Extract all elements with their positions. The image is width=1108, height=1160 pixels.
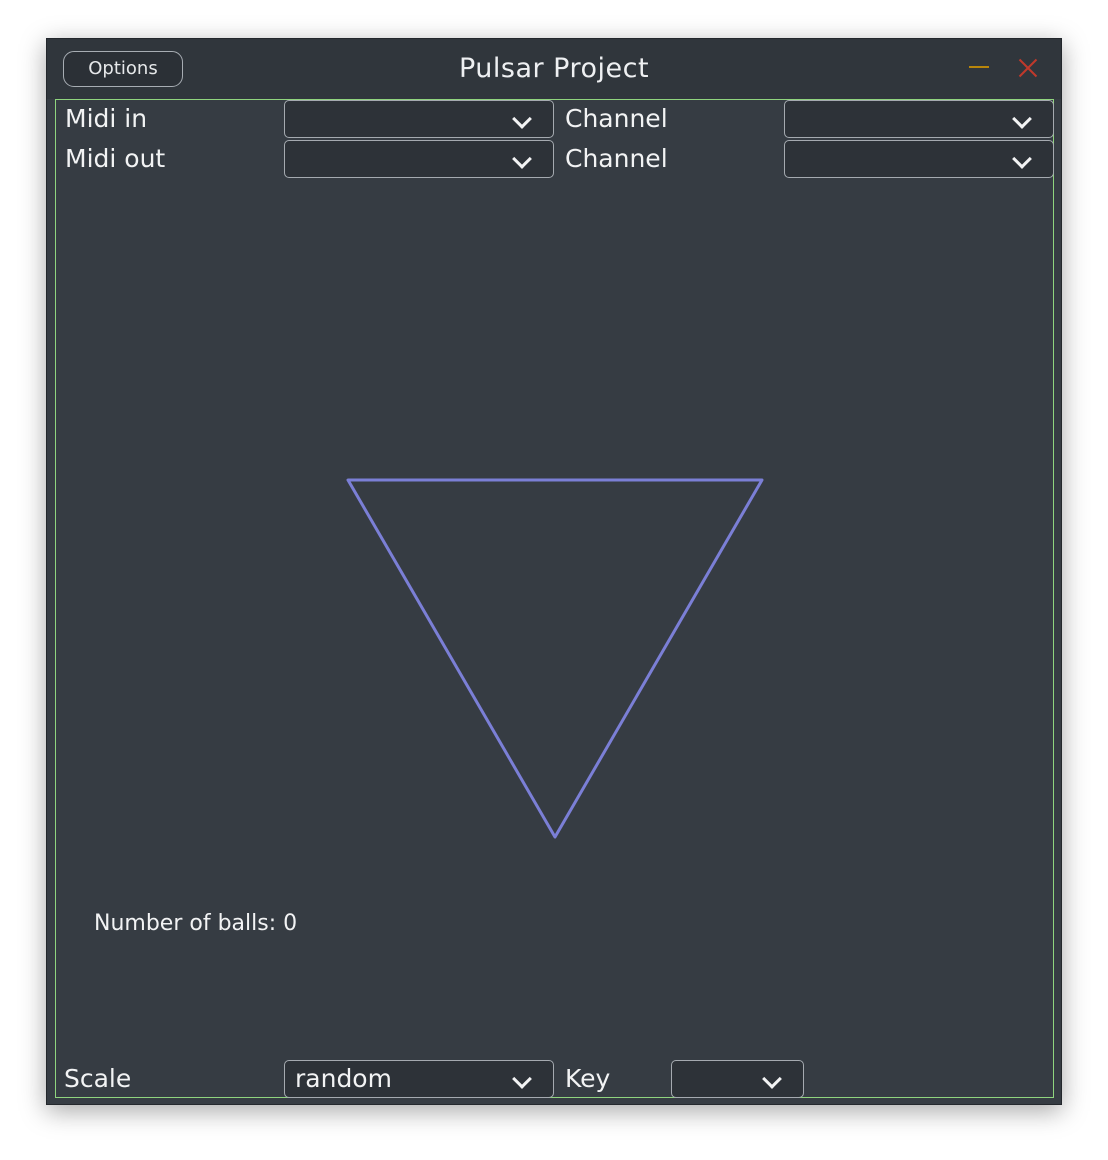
title-bar: Options Pulsar Project [47, 39, 1061, 99]
main-panel: Midi in Channel Midi out Channel Number … [55, 99, 1054, 1098]
window-title: Pulsar Project [458, 53, 650, 84]
close-icon[interactable] [1017, 57, 1039, 79]
pulsar-canvas[interactable] [56, 100, 1052, 1096]
app-window: Options Pulsar Project Midi in Channel M… [46, 38, 1062, 1105]
ball-count: Number of balls: 0 [94, 911, 298, 936]
chevron-down-icon [762, 1069, 782, 1089]
scale-select[interactable]: random [284, 1060, 554, 1098]
scale-value: random [295, 1064, 392, 1093]
triangle-shape [346, 478, 764, 839]
key-select[interactable] [671, 1060, 804, 1098]
scale-label: Scale [64, 1064, 132, 1093]
chevron-down-icon [512, 1069, 532, 1089]
key-label: Key [565, 1064, 611, 1093]
minimize-icon[interactable] [969, 66, 989, 68]
